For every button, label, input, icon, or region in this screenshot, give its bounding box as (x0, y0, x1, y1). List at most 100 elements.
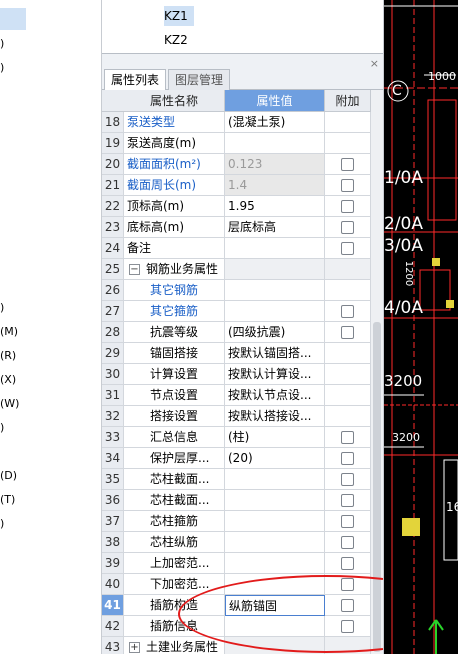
property-value[interactable]: 1.4 (225, 175, 325, 196)
attach-checkbox[interactable] (341, 200, 354, 213)
attach-checkbox[interactable] (341, 305, 354, 318)
property-row[interactable]: 35 芯柱截面... (102, 469, 371, 490)
add-column-cell (325, 637, 371, 654)
property-row[interactable]: 27 其它箍筋 (102, 301, 371, 322)
property-value[interactable]: (四级抗震) (225, 322, 325, 343)
property-row[interactable]: 28 抗震等级 (四级抗震) (102, 322, 371, 343)
property-value[interactable]: (柱) (225, 427, 325, 448)
left-menu-item[interactable]: (X) (0, 370, 101, 390)
property-value[interactable] (225, 553, 325, 574)
property-value[interactable] (225, 280, 325, 301)
attach-checkbox[interactable] (341, 326, 354, 339)
property-row[interactable]: 21 截面周长(m) 1.4 (102, 175, 371, 196)
attach-checkbox[interactable] (341, 242, 354, 255)
component-item-kz2[interactable]: KZ2 (164, 30, 194, 50)
property-row[interactable]: 33 汇总信息 (柱) (102, 427, 371, 448)
expand-icon[interactable]: + (129, 642, 140, 653)
property-row[interactable]: 34 保护层厚... (20) (102, 448, 371, 469)
property-row[interactable]: 43 + 土建业务属性 (102, 637, 371, 654)
property-value[interactable] (225, 238, 325, 259)
tab-layer-management[interactable]: 图层管理 (168, 69, 231, 90)
vertical-scrollbar[interactable] (371, 90, 383, 654)
property-name: 芯柱截面... (124, 490, 225, 511)
attach-checkbox[interactable] (341, 179, 354, 192)
left-menu-item[interactable]: (D) (0, 466, 101, 486)
property-row[interactable]: 40 下加密范... (102, 574, 371, 595)
row-number: 39 (102, 553, 124, 574)
attach-checkbox[interactable] (341, 452, 354, 465)
property-value[interactable] (225, 616, 325, 637)
left-menu-item[interactable]: ) (0, 514, 101, 534)
property-row[interactable]: 32 搭接设置 按默认搭接设... (102, 406, 371, 427)
property-value[interactable] (225, 469, 325, 490)
property-value[interactable]: 纵筋锚固 (225, 595, 325, 616)
left-menu-item[interactable]: ) (0, 418, 101, 438)
property-value[interactable]: 按默认锚固搭... (225, 343, 325, 364)
left-menu-item[interactable]: ) (0, 34, 101, 54)
attach-checkbox[interactable] (341, 431, 354, 444)
left-menu-selected-item[interactable] (0, 8, 26, 30)
add-column-cell (325, 196, 371, 217)
property-row[interactable]: 37 芯柱箍筋 (102, 511, 371, 532)
panel-tabs: 属性列表 图层管理 (102, 68, 383, 90)
component-item-kz1[interactable]: KZ1 (164, 6, 194, 26)
attach-checkbox[interactable] (341, 473, 354, 486)
attach-checkbox[interactable] (341, 578, 354, 591)
property-row[interactable]: 18 泵送类型 (混凝土泵) (102, 112, 371, 133)
attach-checkbox[interactable] (341, 557, 354, 570)
attach-checkbox[interactable] (341, 536, 354, 549)
property-row[interactable]: 23 底标高(m) 层底标高 (102, 217, 371, 238)
attach-checkbox[interactable] (341, 620, 354, 633)
property-row[interactable]: 22 顶标高(m) 1.95 (102, 196, 371, 217)
left-menu-item[interactable]: (W) (0, 394, 101, 414)
property-value[interactable]: (20) (225, 448, 325, 469)
property-value[interactable] (225, 532, 325, 553)
left-menu-item[interactable]: ) (0, 298, 101, 318)
property-value[interactable]: 0.123 (225, 154, 325, 175)
cad-dimension: 1200 (403, 260, 415, 287)
row-number: 19 (102, 133, 124, 154)
property-row[interactable]: 24 备注 (102, 238, 371, 259)
cad-axis-label: 3/0A (384, 236, 423, 256)
property-row[interactable]: 31 节点设置 按默认节点设... (102, 385, 371, 406)
property-value[interactable] (225, 259, 325, 280)
property-row[interactable]: 25− 钢筋业务属性 (102, 259, 371, 280)
property-row[interactable]: 20 截面面积(m²) 0.123 (102, 154, 371, 175)
property-row[interactable]: 29 锚固搭接 按默认锚固搭... (102, 343, 371, 364)
property-value[interactable]: (混凝土泵) (225, 112, 325, 133)
property-value[interactable]: 1.95 (225, 196, 325, 217)
left-menu-item[interactable]: (M) (0, 322, 101, 342)
left-menu-item[interactable]: ) (0, 58, 101, 78)
property-value[interactable] (225, 574, 325, 595)
property-value[interactable]: 按默认节点设... (225, 385, 325, 406)
property-row[interactable]: 39 上加密范... (102, 553, 371, 574)
property-row[interactable]: 36 芯柱截面... (102, 490, 371, 511)
left-menu-item[interactable]: (R) (0, 346, 101, 366)
collapse-icon[interactable]: − (129, 264, 140, 275)
property-value[interactable]: 按默认计算设... (225, 364, 325, 385)
add-column-cell (325, 406, 371, 427)
property-row[interactable]: 42 插筋信息 (102, 616, 371, 637)
property-value[interactable] (225, 301, 325, 322)
attach-checkbox[interactable] (341, 515, 354, 528)
property-value[interactable] (225, 133, 325, 154)
property-value[interactable]: 按默认搭接设... (225, 406, 325, 427)
attach-checkbox[interactable] (341, 158, 354, 171)
scrollbar-thumb[interactable] (373, 322, 381, 652)
attach-checkbox[interactable] (341, 221, 354, 234)
property-row[interactable]: 38 芯柱纵筋 (102, 532, 371, 553)
property-row[interactable]: 19 泵送高度(m) (102, 133, 371, 154)
tab-property-list[interactable]: 属性列表 (104, 69, 167, 90)
property-row[interactable]: 30 计算设置 按默认计算设... (102, 364, 371, 385)
cad-yellow-marker (402, 518, 420, 536)
property-value[interactable] (225, 490, 325, 511)
attach-checkbox[interactable] (341, 494, 354, 507)
property-row[interactable]: 26 其它钢筋 (102, 280, 371, 301)
property-value[interactable] (225, 637, 325, 654)
cad-canvas[interactable]: C 1000 1/0A 2/0A 3/0A 1200 4/0A 3200 320… (384, 0, 458, 654)
left-menu-item[interactable]: (T) (0, 490, 101, 510)
property-row[interactable]: 41 插筋构造 纵筋锚固 (102, 595, 371, 616)
property-value[interactable]: 层底标高 (225, 217, 325, 238)
property-value[interactable] (225, 511, 325, 532)
attach-checkbox[interactable] (341, 599, 354, 612)
